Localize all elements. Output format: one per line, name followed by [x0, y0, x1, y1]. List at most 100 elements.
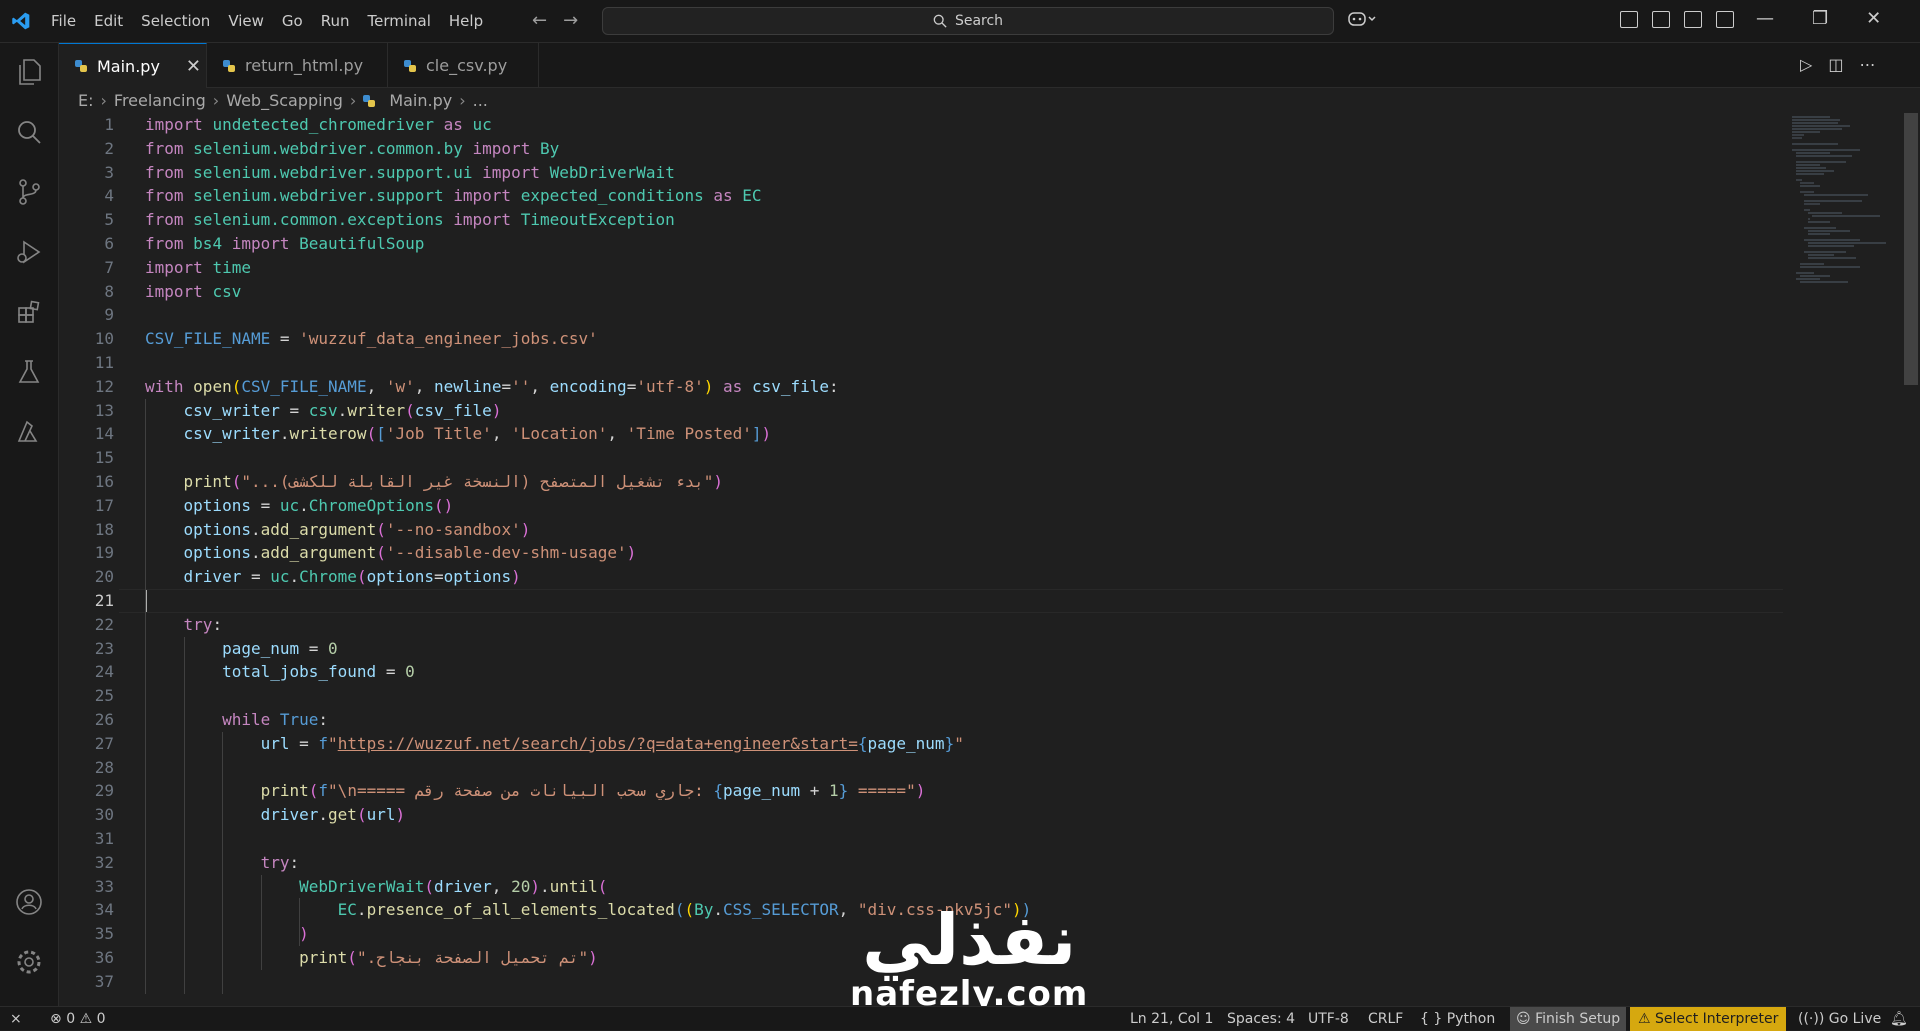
- back-arrow-icon[interactable]: ←: [532, 10, 547, 31]
- code-token: except: [145, 996, 328, 999]
- minimize-icon[interactable]: —: [1756, 8, 1774, 29]
- command-center-search[interactable]: Search: [602, 7, 1334, 35]
- code-line: 9: [59, 303, 1783, 327]
- line-number: 28: [94, 757, 114, 777]
- code-token: add_argument: [260, 543, 377, 563]
- close-tab-icon[interactable]: ✕: [186, 56, 201, 77]
- testing-flask-icon[interactable]: [12, 355, 46, 389]
- breadcrumb-drive[interactable]: E:: [78, 91, 94, 110]
- cursor-position[interactable]: Ln 21, Col 1: [1130, 1007, 1213, 1031]
- split-editor-icon[interactable]: ◫: [1828, 55, 1843, 74]
- finish-setup-button[interactable]: ☺ Finish Setup: [1510, 1007, 1627, 1031]
- language-mode[interactable]: { } Python: [1420, 1007, 1495, 1031]
- notifications-bell-icon[interactable]: 🔔︎: [1890, 1007, 1908, 1031]
- azure-icon[interactable]: [12, 415, 46, 449]
- problems-indicator[interactable]: ⊗ 0 ⚠ 0: [50, 1007, 106, 1031]
- settings-gear-icon[interactable]: [12, 945, 46, 979]
- code-token: https://wuzzuf.net/search/jobs/?q=data+e…: [337, 733, 858, 753]
- forward-arrow-icon[interactable]: →: [563, 10, 578, 31]
- account-icon[interactable]: [12, 885, 46, 919]
- tab-cle-csv-py[interactable]: cle_csv.py: [388, 43, 539, 88]
- go-live-button[interactable]: ((·)) Go Live: [1798, 1007, 1881, 1031]
- code-token: By: [539, 138, 560, 158]
- menu-terminal[interactable]: Terminal: [359, 12, 440, 30]
- menu-edit[interactable]: Edit: [85, 12, 132, 30]
- code-line: 21: [59, 589, 1783, 613]
- search-view-icon[interactable]: [12, 115, 46, 149]
- code-token: encoding: [549, 376, 627, 396]
- code-token: import: [222, 234, 300, 253]
- code-editor[interactable]: 1 import undetected_chromedriver as uc 2 fr…: [59, 113, 1783, 999]
- code-token: f: [318, 781, 329, 801]
- breadcrumb-symbol[interactable]: ...: [473, 91, 488, 110]
- menu-file[interactable]: File: [42, 12, 85, 30]
- run-python-file-icon[interactable]: ▷: [1800, 55, 1812, 74]
- code-token: True: [279, 710, 319, 729]
- code-token: EC: [145, 900, 357, 920]
- code-token: page_num: [867, 733, 945, 753]
- toggle-primary-sidebar-icon[interactable]: [1652, 11, 1670, 28]
- line-number: 29: [94, 781, 114, 801]
- restore-icon[interactable]: ❐: [1812, 8, 1828, 29]
- minimap[interactable]: [1790, 113, 1904, 293]
- window-controls: — ❐ ✕: [1756, 8, 1881, 29]
- encoding[interactable]: UTF-8: [1308, 1007, 1349, 1031]
- vertical-scrollbar-thumb[interactable]: [1904, 113, 1918, 385]
- code-line: 6 from bs4 import BeautifulSoup: [59, 232, 1783, 256]
- indentation[interactable]: Spaces: 4: [1227, 1007, 1295, 1031]
- more-actions-icon[interactable]: ⋯: [1859, 55, 1875, 74]
- code-line: 12 with open(CSV_FILE_NAME, 'w', newline=…: [59, 375, 1783, 399]
- code-token: ,: [366, 376, 386, 396]
- code-token: .: [337, 400, 348, 420]
- code-line: 18 options.add_argument('--no-sandbox'): [59, 518, 1783, 542]
- code-text: url = f"https://wuzzuf.net/search/jobs/?…: [145, 732, 964, 756]
- explorer-icon[interactable]: [12, 55, 46, 89]
- code-text: import csv: [145, 280, 241, 304]
- python-file-icon: [363, 94, 376, 107]
- code-token: ,: [607, 424, 627, 444]
- line-ending[interactable]: CRLF: [1368, 1007, 1403, 1031]
- tab-return-html-py[interactable]: return_html.py: [207, 43, 388, 88]
- extensions-icon[interactable]: [12, 295, 46, 329]
- code-token: :: [212, 614, 223, 634]
- code-token: with: [145, 376, 194, 396]
- breadcrumb-folder[interactable]: Web_Scapping: [226, 91, 343, 110]
- line-number: 14: [94, 424, 114, 444]
- activity-bar: [0, 43, 59, 1006]
- code-text: except TimeoutException:: [145, 994, 492, 999]
- close-window-icon[interactable]: ✕: [1866, 8, 1881, 29]
- code-token: ,: [530, 376, 550, 396]
- tab-main-py[interactable]: Main.py ✕: [59, 43, 207, 88]
- code-text: print(".تم تحميل الصفحة بنجاح"): [145, 946, 598, 970]
- code-token: from: [145, 234, 194, 253]
- menu-go[interactable]: Go: [273, 12, 312, 30]
- code-token: "\n===== جاري سحب البيانات من صفحة رقم:: [328, 781, 714, 801]
- line-number: 21: [94, 591, 114, 610]
- line-number: 31: [94, 829, 114, 848]
- copilot-icon[interactable]: [1348, 10, 1376, 32]
- customize-layout-icon[interactable]: [1620, 11, 1638, 28]
- code-token: expected_conditions: [520, 186, 704, 206]
- breadcrumb-file[interactable]: Main.py: [389, 91, 452, 110]
- code-token: 'Time Posted': [626, 424, 752, 444]
- source-control-icon[interactable]: [12, 175, 46, 209]
- toggle-panel-icon[interactable]: [1684, 11, 1702, 28]
- line-number: 30: [94, 805, 114, 825]
- code-token: uc: [472, 115, 492, 134]
- code-line: 28: [59, 756, 1783, 780]
- code-token: as: [713, 376, 752, 396]
- toggle-secondary-sidebar-icon[interactable]: [1716, 11, 1734, 28]
- line-number: 38: [59, 994, 114, 999]
- menu-help[interactable]: Help: [440, 12, 492, 30]
- code-token: uc: [279, 495, 300, 515]
- code-token: +: [800, 781, 829, 801]
- menu-view[interactable]: View: [219, 12, 273, 30]
- code-token: csv_writer: [145, 424, 280, 444]
- run-debug-icon[interactable]: [12, 235, 46, 269]
- menu-run[interactable]: Run: [312, 12, 359, 30]
- menu-selection[interactable]: Selection: [132, 12, 219, 30]
- remote-indicator-icon[interactable]: ⨯: [10, 1007, 22, 1031]
- code-line: 31: [59, 827, 1783, 851]
- breadcrumb-folder[interactable]: Freelancing: [114, 91, 206, 110]
- select-interpreter-button[interactable]: ⚠ Select Interpreter: [1630, 1007, 1787, 1031]
